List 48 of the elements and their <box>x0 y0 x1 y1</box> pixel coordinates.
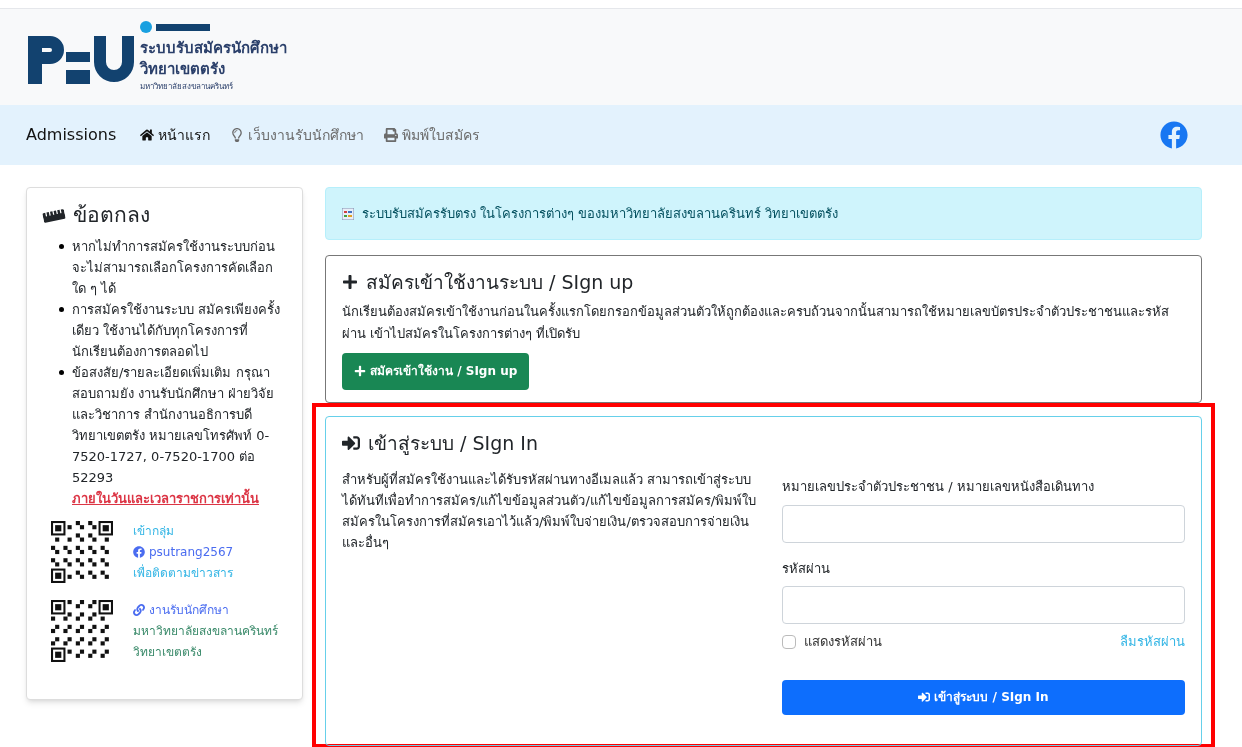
qr-code-icon <box>51 521 113 583</box>
site-subtitle: มหาวิทยาลัยสงขลานครินทร์ <box>140 80 234 93</box>
contact-text: วิทยาเขตตรัง <box>133 643 203 661</box>
show-password-checkbox[interactable]: แสดงรหัสผ่าน <box>782 632 882 652</box>
contact-link[interactable]: งานรับนักศึกษา <box>133 599 278 621</box>
notice-text: ระบบรับสมัครรับตรง ในโครงการต่างๆ ของมหาวิทยาลัยสงขลานครินทร์ วิทยาเขตตรัง <box>362 204 839 223</box>
signin-description: สำหรับผู้ที่สมัครใช้งานและได้รับรหัสผ่านทางอีเมลแล้ว สามารถเข้าสู่ระบบได้ทันทีเพื่อทำการสมัคร/แก้ไขข้อมูลส่วนตัว/แก้ไขข้อมูลการสมัคร/พิมพ์ใบสมัครในโครงการที่สมัครเอาไว้แล้ว/พิมพ์ใบจ่ายเงิน/ตรวจสอบการจ่ายเงินและอื่นๆ <box>342 470 758 552</box>
id-number-field[interactable] <box>782 504 1185 543</box>
contact-text: เข้ากลุ่ม <box>133 522 175 541</box>
signin-button[interactable]: เข้าสู่ระบบ / SIgn In <box>782 679 1185 715</box>
card-title: ข้อตกลง <box>73 202 150 229</box>
contact-link[interactable]: psutrang2567 <box>133 541 234 563</box>
table-icon <box>342 207 354 220</box>
signup-description: นักเรียนต้องสมัครเข้าใช้งานก่อนในครั้งแรกโดยกรอกข้อมูลส่วนตัวให้ถูกต้องและครบถ้วนจากนั้นสามารถใช้หมายเลขบัตรประจำตัวประชาชนและรหัสผ่าน เข้าไปสมัครในโครงการต่างๆ ที่เปิดรับ <box>342 301 1170 343</box>
plus-icon <box>354 365 366 377</box>
field-label: หมายเลขประจำตัวประชาชน / หมายเลขหนังสือเดินทาง <box>782 478 1095 496</box>
contact-text: เพื่อติดตามข่าวสาร <box>133 563 234 582</box>
sign-in-icon <box>918 691 931 703</box>
brand-link[interactable]: Admissions <box>26 123 117 147</box>
link-icon <box>133 604 145 616</box>
bullet-icon <box>59 243 64 249</box>
nav-link[interactable]: พิมพ์ใบสมัคร <box>384 124 481 146</box>
field-label: รหัสผ่าน <box>782 559 831 578</box>
contact-text: มหาวิทยาลัยสงขลานครินทร์ <box>133 622 278 640</box>
site-title: ระบบรับสมัครนักศึกษา <box>140 39 287 58</box>
bullet-icon <box>59 306 64 312</box>
term-text: หากไม่ทำการสมัครใช้งานระบบก่อน จะไม่สามารถเลือกโครงการคัดเลือกใด ๆ ได้ <box>72 237 276 298</box>
forgot-password-link[interactable]: ลืมรหัสผ่าน <box>1120 632 1185 652</box>
term-text: การสมัครใช้งานระบบ สมัครเพียงครั้งเดียว ใช้งานได้กับทุกโครงการที่นักเรียนต้องการตลอดไป <box>72 299 282 361</box>
qr-code-icon <box>51 600 113 662</box>
nav-link[interactable]: หน้าแรก <box>140 124 211 146</box>
sign-in-icon <box>342 433 360 452</box>
bulb-icon <box>230 128 245 142</box>
print-icon <box>384 128 399 142</box>
site-title: วิทยาเขตตรัง <box>140 60 226 79</box>
home-icon <box>140 128 155 142</box>
logo-mark-icon <box>140 21 210 34</box>
nav-link[interactable]: เว็บงานรับนักศึกษา <box>230 124 365 146</box>
bullet-icon <box>59 369 64 375</box>
warning-link[interactable]: ภายในวันและเวลาราชการเท่านั้น <box>72 487 286 509</box>
plus-icon <box>342 274 358 291</box>
signup-button[interactable]: สมัครเข้าใช้งาน / SIgn up <box>342 352 530 390</box>
card-title: เข้าสู่ระบบ / SIgn In <box>368 430 538 457</box>
facebook-icon <box>133 546 145 558</box>
card-title: สมัครเข้าใช้งานระบบ / SIgn up <box>366 270 634 295</box>
facebook-icon[interactable] <box>1160 121 1188 149</box>
password-field[interactable] <box>782 586 1185 624</box>
term-text: ข้อสงสัย/รายละเอียดเพิ่มเติม กรุณาสอบถามยัง งานรับนักศึกษา ฝ่ายวิจัยและวิชาการ สำนักงานอธิการบดี วิทยาเขตตรัง หมายเลขโทรศัพท์ 0-7520-1727, 0-7520-1700 ต่อ 52293 ภายในวันและเวลาราชการเท่านั้น <box>72 361 286 509</box>
